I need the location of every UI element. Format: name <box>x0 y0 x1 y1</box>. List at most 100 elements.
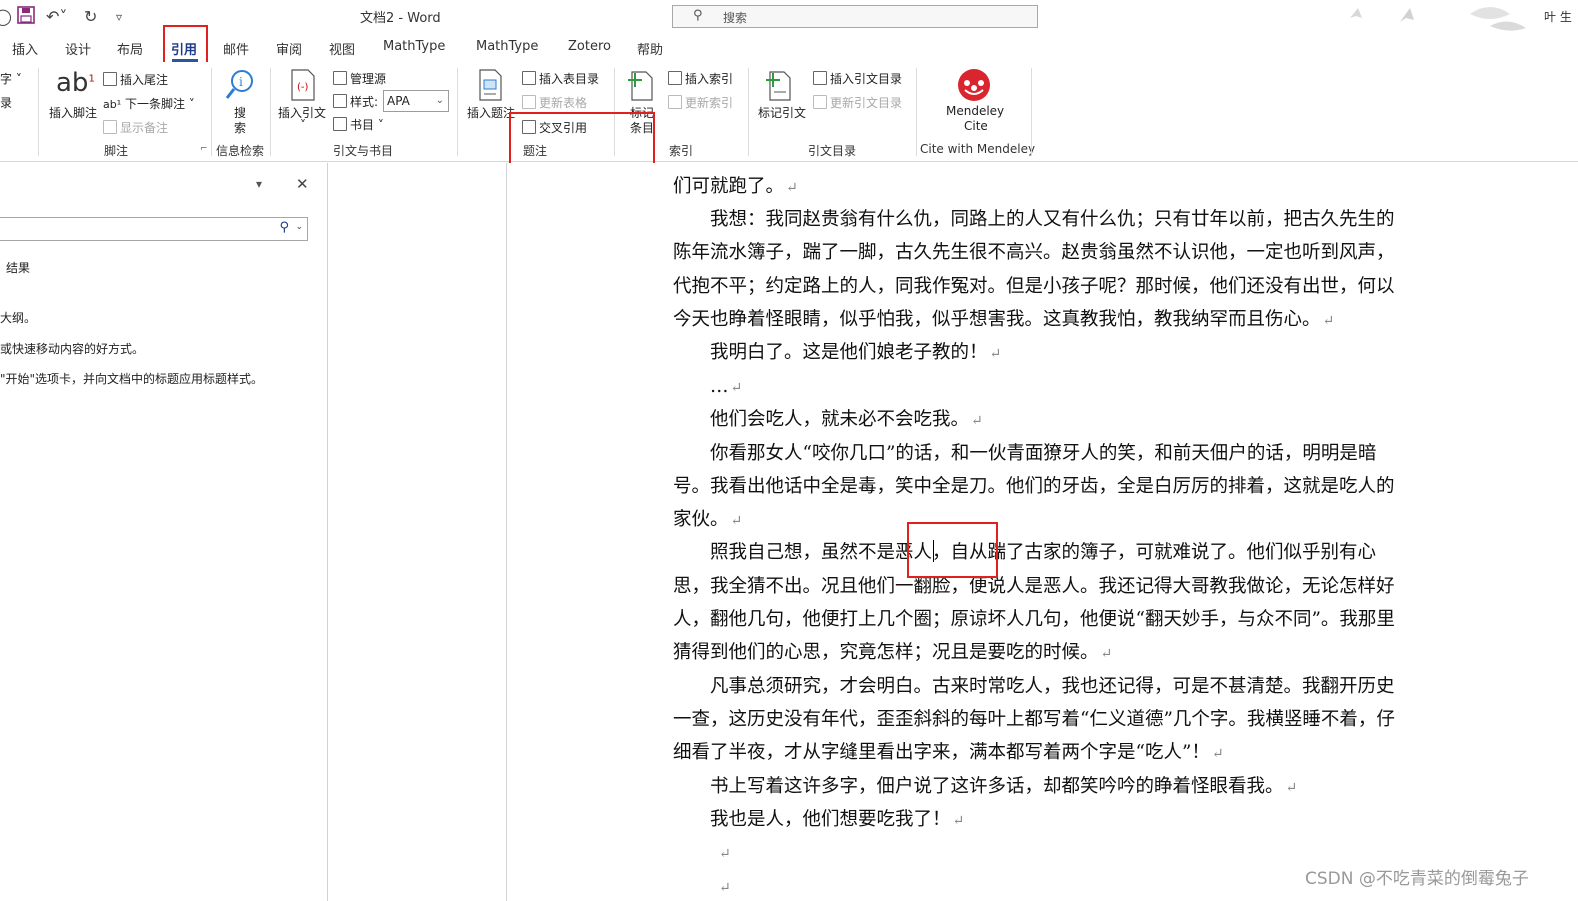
svg-text:(-): (-) <box>297 82 309 93</box>
insert-caption-button[interactable]: 插入题注 <box>467 104 515 121</box>
next-footnote-icon: ab¹ <box>103 98 122 111</box>
next-footnote-button[interactable]: ab¹ 下一条脚注 ˅ <box>103 95 195 112</box>
doc-line: 代抱不平；约定路上的人，同我作冤对。但是小孩子呢？那时候，他们还没有出世，何以 <box>673 276 1395 297</box>
endnote-icon <box>103 72 117 86</box>
mark-entry-icon <box>628 71 653 101</box>
doc-line: 今天也睁着怪眼睛，似乎怕我，似乎想害我。这真教我怕，教我纳罕而且伤心。 ↵ <box>673 309 1335 330</box>
doc-line: 凡事总须研究，才会明白。古来时常吃人，我也还记得，可是不甚清楚。我翻开历史 <box>673 676 1395 697</box>
tab-mathtype-1[interactable]: MathType <box>383 39 445 54</box>
nav-tab-results[interactable]: 结果 <box>6 259 30 276</box>
search-icon[interactable]: ⚲ <box>279 220 289 235</box>
mendeley-cite-button[interactable]: Mendeley <box>946 104 1004 118</box>
group-separator <box>38 68 39 156</box>
tab-help[interactable]: 帮助 <box>637 39 663 58</box>
group-separator <box>211 68 212 156</box>
citations-group-label: 引文与书目 <box>333 144 394 158</box>
doc-line: 陈年流水簿子，踹了一脚，古久先生很不高兴。赵贵翁虽然不认识他，一定也听到风声， <box>673 242 1395 263</box>
undo-icon[interactable]: ↶˅ <box>46 5 67 29</box>
nav-help-line-2: 或快速移动内容的好方式。 <box>0 342 145 356</box>
style-icon <box>333 94 347 108</box>
group-separator <box>270 68 271 156</box>
toc-partial-label[interactable]: 字 ˅ <box>0 70 22 87</box>
doc-line: 们可就跑了。 ↵ <box>673 176 798 197</box>
title-bar: ◯ ↶˅ ↻ ▿ 文档2 - Word ⚲ 搜索 叶 生 <box>0 0 1578 34</box>
nav-search-input[interactable]: ⚲ ⌄ <box>0 217 308 241</box>
doc-line: 你看那女人“咬你几口”的话，和一伙青面獠牙人的笑，和前天佃户的话，明明是暗 <box>673 443 1377 464</box>
tab-mailings[interactable]: 邮件 <box>223 39 249 58</box>
doc-line: 书上写着这许多字，佃户说了这许多话，却都笑吟吟的睁着怪眼看我。 ↵ <box>673 776 1298 797</box>
group-separator <box>748 68 749 156</box>
tab-mathtype-2[interactable]: MathType <box>476 39 538 54</box>
show-notes-button[interactable]: 显示备注 <box>103 119 168 136</box>
bibliography-icon <box>333 117 347 131</box>
title-decoration-icon <box>1350 7 1526 31</box>
update-index-icon <box>668 95 682 109</box>
update-toa-button[interactable]: 更新引文目录 <box>813 94 902 111</box>
mendeley-group-label: Cite with Mendeley <box>920 142 1036 156</box>
doc-line: 他们会吃人，就未必不会吃我。 ↵ <box>673 409 983 430</box>
doc-line: 我想：我同赵贵翁有什么仇，同路上的人又有什么仇；只有廿年以前，把古久先生的 <box>673 209 1395 230</box>
redo-icon[interactable]: ↻ <box>84 5 97 29</box>
highlight-cross-reference <box>509 112 655 169</box>
toc-partial-label-2[interactable]: 录 <box>0 94 12 111</box>
insert-caption-icon <box>479 69 502 101</box>
insert-footnote-button[interactable]: 插入脚注 <box>49 104 97 121</box>
nav-help-line-1: 大纲。 <box>0 311 37 325</box>
page-edge <box>506 163 507 901</box>
insert-index-button[interactable]: 插入索引 <box>668 70 733 87</box>
mendeley-icon <box>958 69 990 101</box>
doc-line: 家伙。 ↵ <box>673 509 743 530</box>
search-button-line2[interactable]: 索 <box>234 119 246 136</box>
update-index-button[interactable]: 更新索引 <box>668 94 733 111</box>
insert-table-of-figures-button[interactable]: 插入表目录 <box>522 70 599 87</box>
research-group-label: 信息检索 <box>216 144 265 158</box>
doc-line: 照我自己想，虽然不是恶人，自从踹了古家的簿子，可就难说了。他们似乎别有心 <box>673 542 1377 563</box>
tab-review[interactable]: 审阅 <box>276 39 302 58</box>
search-research-icon: i <box>225 70 253 99</box>
table-of-figures-icon <box>522 71 536 85</box>
update-table-button[interactable]: 更新表格 <box>522 94 587 111</box>
close-icon[interactable]: ✕ <box>296 175 309 193</box>
search-box[interactable]: ⚲ 搜索 <box>672 5 1038 28</box>
word-window: ◯ ↶˅ ↻ ▿ 文档2 - Word ⚲ 搜索 叶 生 插入 设计 布局 引用… <box>0 0 1578 901</box>
ribbon: 字 ˅ 录 ab1 插入脚注 插入尾注 ab¹ 下一条脚注 ˅ 显示备注 脚注 … <box>0 62 1578 162</box>
tab-view[interactable]: 视图 <box>329 39 355 58</box>
search-placeholder: 搜索 <box>723 11 748 25</box>
citation-style-select[interactable]: APA ⌄ <box>383 90 449 112</box>
user-name[interactable]: 叶 生 <box>1544 8 1572 25</box>
tab-zotero[interactable]: Zotero <box>568 39 611 54</box>
style-label: 样式: <box>333 93 378 110</box>
doc-empty-line: ↵ <box>719 846 731 862</box>
chevron-down-icon[interactable]: ⌄ <box>295 222 303 232</box>
insert-endnote-button[interactable]: 插入尾注 <box>103 71 168 88</box>
bibliography-button[interactable]: 书目 ˅ <box>333 116 384 133</box>
pane-options-dropdown-icon[interactable]: ▾ <box>256 177 262 191</box>
watermark: CSDN @不吃青菜的倒霉兔子 <box>1305 869 1529 889</box>
svg-text:i: i <box>239 75 243 89</box>
doc-line: … ↵ <box>673 376 743 397</box>
save-icon[interactable] <box>16 5 36 29</box>
insert-toa-button[interactable]: 插入引文目录 <box>813 70 902 87</box>
search-icon: ⚲ <box>693 8 703 23</box>
doc-line: 我明白了。这是他们娘老子教的！ ↵ <box>673 342 1002 363</box>
doc-line: 我也是人，他们想要吃我了！ ↵ <box>673 809 965 830</box>
manage-sources-button[interactable]: 管理源 <box>333 70 386 87</box>
doc-line: 人，翻他几句，他便打上几个圈；原谅坏人几句，他便说“翻天妙手，与众不同”。我那里 <box>673 609 1395 630</box>
toa-group-label: 引文目录 <box>808 144 857 158</box>
tab-layout[interactable]: 布局 <box>117 39 143 58</box>
insert-citation-icon: (-) <box>291 69 315 101</box>
citation-style-value: APA <box>387 94 410 108</box>
mendeley-cite-button-line2[interactable]: Cite <box>964 119 988 133</box>
insert-citation-dropdown-icon[interactable]: ˅ <box>300 118 306 132</box>
tab-design[interactable]: 设计 <box>65 39 91 58</box>
doc-line: 一查，这历史没有年代，歪歪斜斜的每叶上都写着“仁义道德”几个字。我横竖睡不着，仔 <box>673 709 1395 730</box>
group-separator <box>916 68 917 156</box>
ribbon-tabs: 插入 设计 布局 引用 邮件 审阅 视图 MathType MathType Z… <box>0 34 1578 62</box>
mark-citation-button[interactable]: 标记引文 <box>758 104 806 121</box>
tab-insert[interactable]: 插入 <box>12 39 38 58</box>
update-toa-icon <box>813 95 827 109</box>
customize-qat-icon[interactable]: ▿ <box>116 5 122 29</box>
autosave-icon[interactable]: ◯ <box>0 5 12 29</box>
footnotes-group-label: 脚注 <box>104 144 129 158</box>
footnotes-dialog-launcher-icon[interactable]: ⌐ <box>200 144 208 154</box>
